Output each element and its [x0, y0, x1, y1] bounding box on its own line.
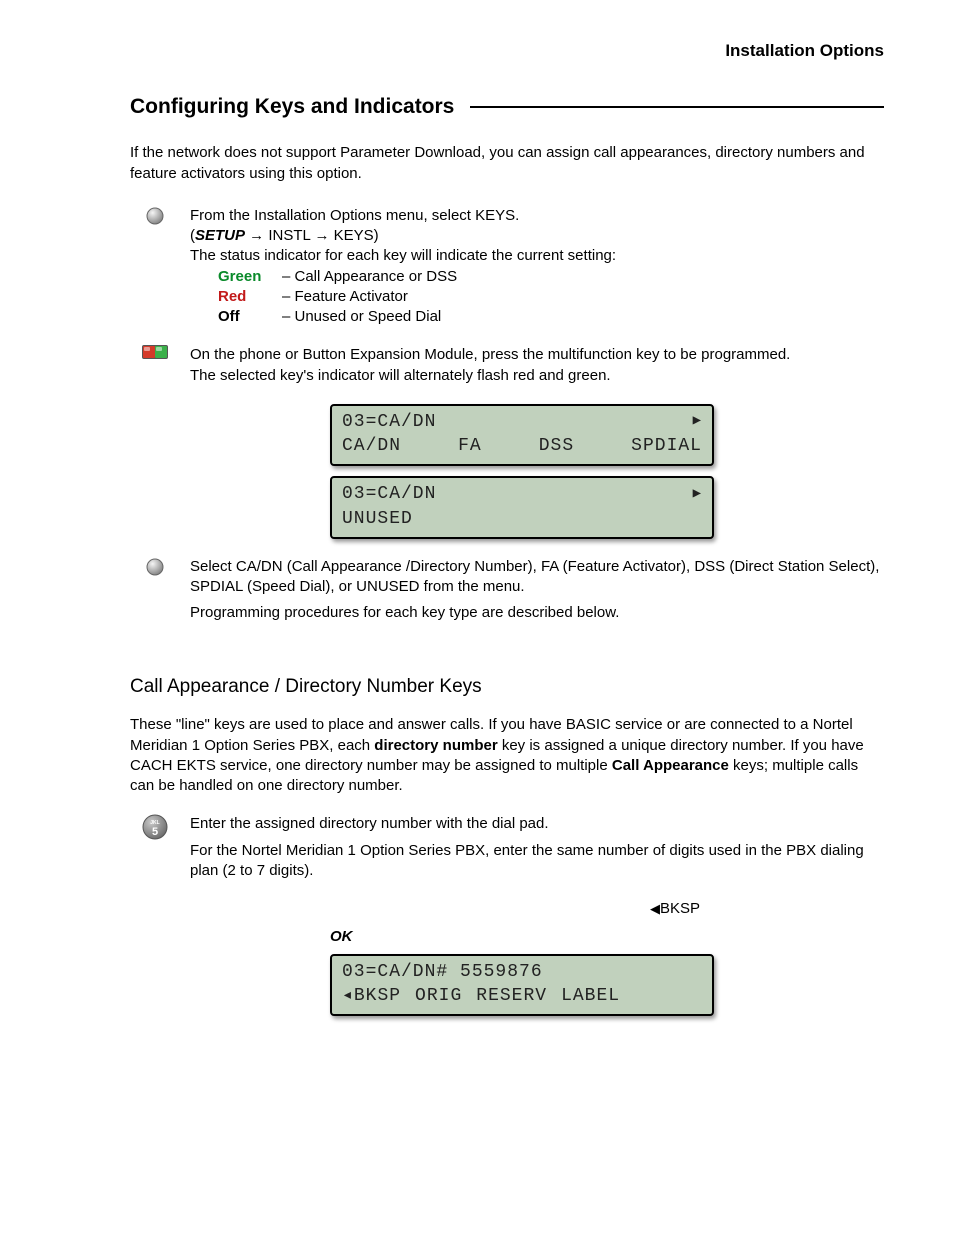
section-title-row: Configuring Keys and Indicators — [130, 93, 884, 121]
lcd3-r1: 03=CA/DN# 5559876 — [342, 960, 702, 984]
step-3: Select CA/DN (Call Appearance /Directory… — [130, 557, 884, 624]
lcd-display-1: 03=CA/DN ▶ CA/DN FA DSS SPDIAL — [330, 404, 714, 467]
subheading: Call Appearance / Directory Number Keys — [130, 674, 884, 700]
svg-text:5: 5 — [152, 826, 158, 838]
section-title: Configuring Keys and Indicators — [130, 93, 454, 121]
lcd3-r2b: ORIG — [415, 984, 462, 1008]
step2-line2: The selected key's indicator will altern… — [190, 366, 884, 386]
path-rest: → INSTL → KEYS) — [245, 227, 379, 244]
ok-label: OK — [330, 927, 884, 947]
lcd1-r2b: FA — [458, 434, 482, 458]
step1-line2: The status indicator for each key will i… — [190, 246, 884, 266]
status-off-row: Off – Unused or Speed Dial — [218, 307, 884, 327]
bksp-text: BKSP — [660, 900, 700, 917]
step3-line1: Select CA/DN (Call Appearance /Directory… — [190, 557, 884, 598]
dialpad-key-icon: JKL 5 — [140, 814, 170, 840]
lcd3-r2a: ◂BKSP — [342, 984, 401, 1008]
status-red-row: Red – Feature Activator — [218, 287, 884, 307]
page-header-right: Installation Options — [130, 40, 884, 63]
red-label: Red — [218, 287, 274, 307]
right-arrow-icon: ▶ — [693, 412, 702, 431]
lcd1-r1: 03=CA/DN — [342, 410, 436, 434]
red-text: – Feature Activator — [282, 287, 408, 307]
gray-dot-icon — [140, 206, 170, 226]
gray-dot-icon — [140, 557, 170, 577]
status-green-row: Green – Call Appearance or DSS — [218, 267, 884, 287]
lcd1-r2c: DSS — [539, 434, 574, 458]
intro-paragraph: If the network does not support Paramete… — [130, 143, 884, 184]
left-arrow-icon: ◀ — [650, 901, 660, 916]
section2-paragraph: These "line" keys are used to place and … — [130, 715, 884, 796]
lcd1-r2d: SPDIAL — [631, 434, 702, 458]
lcd-group: 03=CA/DN ▶ CA/DN FA DSS SPDIAL 03=CA/DN … — [330, 404, 884, 539]
setup-label: SETUP — [195, 227, 245, 244]
green-text: – Call Appearance or DSS — [282, 267, 457, 287]
p1b: directory number — [374, 737, 497, 754]
step3-line2: Programming procedures for each key type… — [190, 603, 884, 623]
lcd2-r2: UNUSED — [342, 507, 413, 531]
lcd-display-2: 03=CA/DN ▶ UNUSED — [330, 476, 714, 539]
bksp-label: ◀BKSP — [650, 899, 884, 919]
step2-line1: On the phone or Button Expansion Module,… — [190, 345, 884, 365]
lcd-display-3: 03=CA/DN# 5559876 ◂BKSP ORIG RESERV LABE… — [330, 954, 714, 1017]
step-2: On the phone or Button Expansion Module,… — [130, 345, 884, 386]
right-arrow-icon: ▶ — [693, 485, 702, 504]
step4-line1: Enter the assigned directory number with… — [190, 814, 884, 834]
off-text: – Unused or Speed Dial — [282, 307, 441, 327]
green-label: Green — [218, 267, 274, 287]
lcd2-r1: 03=CA/DN — [342, 482, 436, 506]
step-1: From the Installation Options menu, sele… — [130, 206, 884, 328]
red-green-led-icon — [140, 345, 170, 359]
lcd1-r2a: CA/DN — [342, 434, 401, 458]
step4-line2: For the Nortel Meridian 1 Option Series … — [190, 841, 884, 882]
lcd3-r2c: RESERV — [476, 984, 547, 1008]
step1-path: (SETUP → INSTL → KEYS) — [190, 226, 884, 246]
step1-line1: From the Installation Options menu, sele… — [190, 206, 884, 226]
lcd3-r2d: LABEL — [561, 984, 620, 1008]
title-rule — [470, 106, 884, 108]
step-4: JKL 5 Enter the assigned directory numbe… — [130, 814, 884, 881]
off-label: Off — [218, 307, 274, 327]
p1d: Call Appearance — [612, 757, 729, 774]
